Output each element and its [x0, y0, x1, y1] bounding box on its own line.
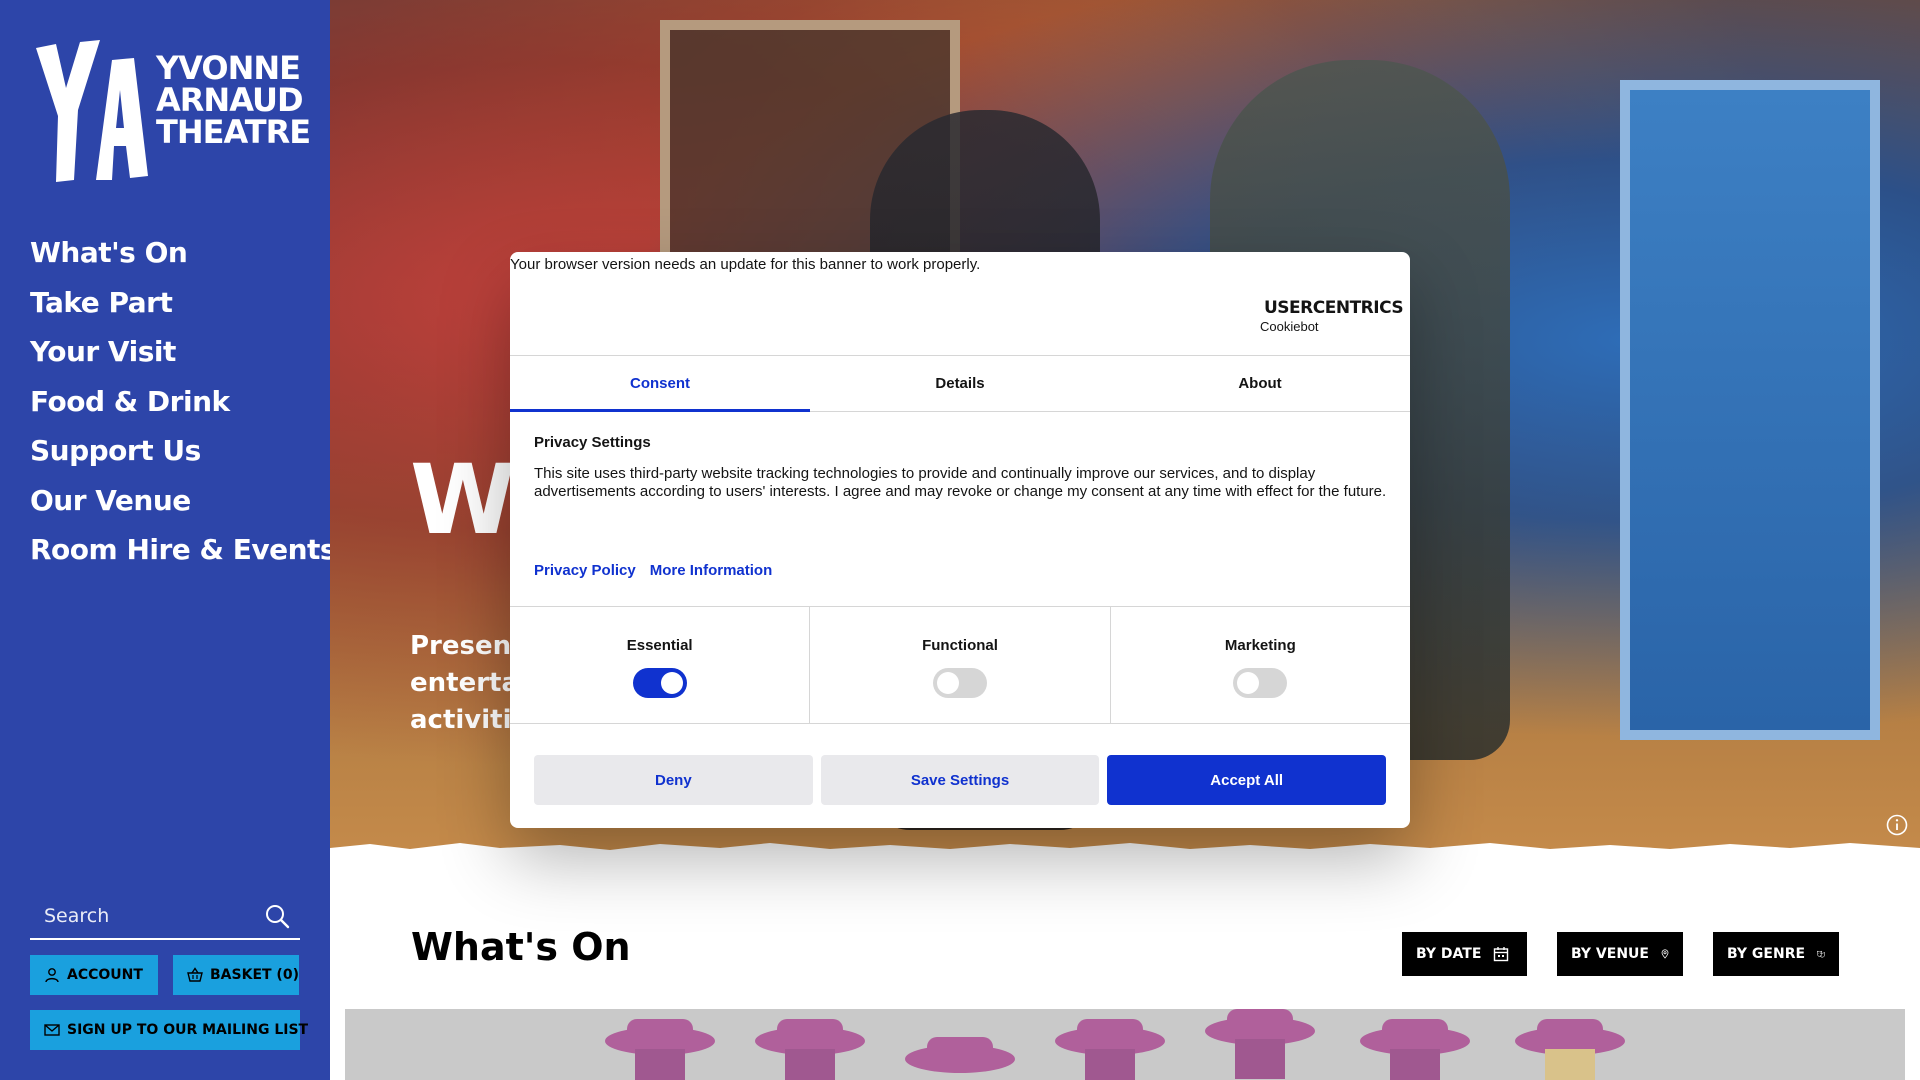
map-pin-icon: [1661, 949, 1669, 959]
nav-item-our-venue[interactable]: Our Venue: [30, 476, 336, 526]
filter-by-venue-button[interactable]: BY VENUE: [1557, 932, 1683, 976]
tab-about[interactable]: About: [1110, 356, 1410, 411]
logo-word: THEATRE: [156, 113, 311, 151]
pink-hat-figure: [1205, 1009, 1315, 1079]
calendar-icon: [1494, 947, 1509, 962]
account-button[interactable]: ACCOUNT: [30, 955, 158, 995]
logo-word: YVONNE: [156, 49, 301, 87]
pink-hat-figure: [755, 1019, 865, 1080]
tab-details[interactable]: Details: [810, 356, 1110, 411]
logo-word: ARNAUD: [156, 81, 304, 119]
main-nav: What's On Take Part Your Visit Food & Dr…: [30, 228, 337, 575]
torn-paper-edge: [330, 843, 1920, 850]
basket-label: BASKET (0): [210, 967, 299, 983]
category-marketing: Marketing: [1109, 607, 1410, 723]
nav-item-your-visit[interactable]: Your Visit: [30, 327, 336, 377]
envelope-icon: [44, 1024, 60, 1036]
privacy-links: Privacy Policy More Information: [534, 562, 772, 579]
cookie-consent-dialog: Your browser version needs an update for…: [510, 252, 1410, 828]
category-essential: Essential: [510, 607, 809, 723]
hero-scenery-door: [1620, 80, 1880, 740]
category-label: Essential: [626, 637, 693, 654]
filter-by-genre-button[interactable]: BY GENRE: [1713, 932, 1839, 976]
privacy-policy-link[interactable]: Privacy Policy: [534, 562, 636, 579]
accept-all-button[interactable]: Accept All: [1107, 755, 1387, 805]
info-icon[interactable]: [1886, 814, 1908, 836]
pink-hat-figure: [1055, 1019, 1165, 1080]
toggle-knob: [660, 672, 683, 694]
ya-logo-mark-icon: [36, 40, 148, 182]
privacy-settings-heading: Privacy Settings: [534, 434, 651, 451]
brand-name: USERCENTRICS: [1264, 298, 1404, 318]
mailing-label: SIGN UP TO OUR MAILING LIST: [67, 1022, 309, 1038]
nav-item-food-drink[interactable]: Food & Drink: [30, 377, 336, 427]
pink-hat-figure: [1515, 1019, 1625, 1080]
filter-by-date-label: BY DATE: [1416, 946, 1482, 962]
search-box: [30, 894, 300, 940]
category-label: Functional: [922, 637, 998, 654]
tab-consent[interactable]: Consent: [510, 356, 810, 412]
nav-item-take-part[interactable]: Take Part: [30, 278, 336, 328]
nav-item-room-hire[interactable]: Room Hire & Events: [30, 525, 337, 575]
browser-update-notice: Your browser version needs an update for…: [510, 256, 981, 273]
consent-actions: Deny Save Settings Accept All: [534, 755, 1387, 805]
user-icon: [45, 968, 59, 983]
category-functional: Functional: [809, 607, 1109, 723]
toggle-knob: [1237, 672, 1260, 694]
sidebar: YVONNE ARNAUD THEATRE What's On Take Par…: [0, 0, 337, 1080]
nav-item-support-us[interactable]: Support Us: [30, 426, 336, 476]
essential-toggle[interactable]: [632, 668, 687, 698]
usercentrics-logo[interactable]: USERCENTRICS Cookiebot: [1260, 298, 1404, 338]
filter-by-date-button[interactable]: BY DATE: [1402, 932, 1527, 976]
functional-toggle[interactable]: [932, 668, 987, 698]
featured-show-banner[interactable]: [345, 1009, 1905, 1080]
brand-subname: Cookiebot: [1260, 319, 1319, 334]
pink-hat-figure: [905, 1037, 1015, 1073]
filter-by-genre-label: BY GENRE: [1727, 946, 1806, 962]
filter-by-venue-label: BY VENUE: [1571, 946, 1649, 962]
category-label: Marketing: [1224, 637, 1296, 654]
pink-hat-figure: [1360, 1019, 1470, 1080]
theatre-masks-icon: [1817, 950, 1825, 958]
mailing-list-button[interactable]: SIGN UP TO OUR MAILING LIST: [30, 1010, 308, 1050]
marketing-toggle[interactable]: [1233, 668, 1288, 698]
nav-item-whats-on[interactable]: What's On: [30, 228, 336, 278]
logo-wordmark: YVONNE ARNAUD THEATRE: [156, 49, 311, 151]
more-information-link[interactable]: More Information: [650, 562, 773, 579]
theatre-logo[interactable]: YVONNE ARNAUD THEATRE: [30, 30, 311, 190]
basket-icon: [187, 967, 203, 982]
consent-categories: Essential Functional Marketing: [510, 606, 1410, 724]
privacy-settings-text: This site uses third-party website track…: [534, 465, 1387, 500]
toggle-knob: [936, 672, 959, 694]
consent-tabs: Consent Details About: [510, 355, 1410, 412]
deny-button[interactable]: Deny: [534, 755, 813, 805]
search-input[interactable]: [30, 894, 250, 938]
save-settings-button[interactable]: Save Settings: [820, 755, 1100, 805]
basket-button[interactable]: BASKET (0): [173, 955, 299, 995]
search-icon[interactable]: [264, 903, 290, 929]
pink-hat-figure: [605, 1019, 715, 1080]
whats-on-heading: What's On: [411, 925, 631, 969]
account-label: ACCOUNT: [67, 967, 143, 983]
